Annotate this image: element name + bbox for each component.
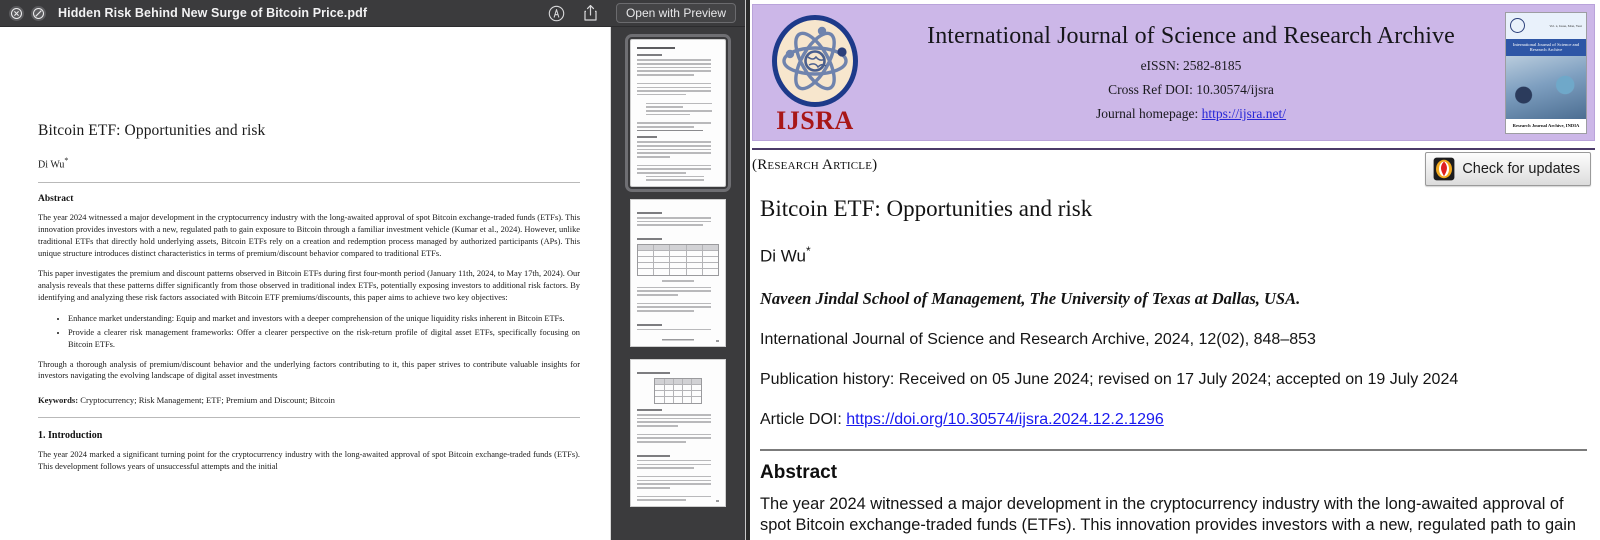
thumbnail-rail[interactable] [611,27,745,540]
keywords-line: Keywords: Cryptocurrency; Risk Managemen… [38,395,580,405]
cover-logo-icon [1510,18,1525,33]
article-doi-link[interactable]: https://doi.org/10.30574/ijsra.2024.12.2… [846,411,1164,428]
cover-title: International Journal of Science and Res… [1506,38,1586,56]
article-type-text: Research Article [757,157,873,173]
paren-close: ) [872,157,878,173]
share-icon[interactable] [574,2,608,24]
close-icon[interactable] [9,5,24,21]
journal-homepage-line: Journal homepage: https://ijsra.net/ [1096,106,1286,122]
screen-root: Hidden Risk Behind New Surge of Bitcoin … [0,0,1600,540]
article-affiliation: Naveen Jindal School of Management, The … [760,288,1301,308]
article-abstract-text: The year 2024 witnessed a major developm… [760,494,1577,540]
journal-logo: IJSRA [753,5,877,140]
quicklook-titlebar: Hidden Risk Behind New Surge of Bitcoin … [0,0,745,27]
article-doi-label: Article DOI: [760,410,847,428]
open-with-preview-button[interactable]: Open with Preview [615,3,736,23]
annotate-icon[interactable] [540,2,574,24]
article-page: IJSRA International Journal of Science a… [746,0,1600,540]
article-author-name: Di Wu [760,246,806,266]
article-doi-line: Article DOI: https://doi.org/10.30574/ij… [760,411,1600,429]
keywords-label: Keywords: [38,395,79,406]
quicklook-window: Hidden Risk Behind New Surge of Bitcoin … [0,0,745,540]
article-type-label: (Research Article) [752,157,877,174]
journal-banner-text: International Journal of Science and Res… [877,23,1505,122]
author-marker: * [64,156,69,165]
introduction-paragraph: The year 2024 marked a significant turni… [38,450,580,472]
journal-banner: IJSRA International Journal of Science a… [752,4,1595,141]
journal-cover-thumbnail: Vol. x, Issue, Mon, Year International J… [1505,11,1587,134]
check-for-updates-button[interactable]: Check for updates [1425,152,1591,186]
abstract-divider [760,448,1587,451]
journal-homepage-link[interactable]: https://ijsra.net/ [1202,106,1286,121]
cover-issue-text: Vol. x, Issue, Mon, Year [1549,23,1582,28]
cover-footer: Research Journal Archive, INDIA [1512,122,1580,128]
crossmark-icon [1433,157,1455,181]
page-edge-bar [746,0,750,540]
journal-homepage-label: Journal homepage: [1095,106,1202,121]
cover-photo [1506,55,1586,119]
abstract-paragraph-2: This paper investigates the premium and … [38,269,580,302]
check-for-updates-label: Check for updates [1462,161,1580,177]
page-thumbnail-1[interactable] [625,34,731,192]
document-author-name: Di Wu [38,159,65,171]
introduction-heading: 1. Introduction [38,430,103,442]
document-title: Bitcoin ETF: Opportunities and risk [38,122,266,139]
journal-eissn: eISSN: 2582-8185 [1140,58,1242,73]
page-thumbnail-3[interactable] [630,359,726,507]
objectives-list: Enhance market understanding: Equip and … [68,313,580,351]
abstract-heading: Abstract [38,194,74,205]
page-thumbnail-2[interactable] [630,199,726,347]
quicklook-title: Hidden Risk Behind New Surge of Bitcoin … [58,6,368,20]
article-type-row: (Research Article) Check for updates [752,148,1595,186]
abstract-paragraph-3: Through a thorough analysis of premium/d… [38,359,580,381]
abstract-paragraph-1: The year 2024 witnessed a major developm… [38,213,580,259]
list-item: Provide a clearer risk management framew… [68,327,580,351]
article-publication-history: Publication history: Received on 05 June… [760,370,1459,388]
quicklook-body: Bitcoin ETF: Opportunities and risk Di W… [0,27,745,540]
journal-name: International Journal of Science and Res… [927,23,1455,49]
journal-crossref-doi: Cross Ref DOI: 10.30574/ijsra [1108,82,1274,97]
pdf-page-preview[interactable]: Bitcoin ETF: Opportunities and risk Di W… [0,27,611,540]
divider [38,182,580,184]
divider [38,417,580,419]
list-item: Enhance market understanding: Equip and … [68,313,580,325]
keywords-value: Cryptocurrency; Risk Management; ETF; Pr… [80,395,335,406]
quicklook-toolbar: Open with Preview [540,2,736,24]
atom-icon [772,15,858,107]
article-citation: International Journal of Science and Res… [760,330,1316,348]
article-viewer-pane[interactable]: IJSRA International Journal of Science a… [745,0,1600,540]
cover-header: Vol. x, Issue, Mon, Year [1506,12,1586,39]
journal-logo-text: IJSRA [776,106,854,135]
article-abstract-heading: Abstract [760,461,838,483]
article-author-marker: * [805,244,811,258]
document-author: Di Wu* [38,156,580,170]
fullscreen-toggle-icon[interactable] [31,5,46,21]
article-author: Di Wu* [760,244,1600,267]
article-title: Bitcoin ETF: Opportunities and risk [760,196,1093,221]
